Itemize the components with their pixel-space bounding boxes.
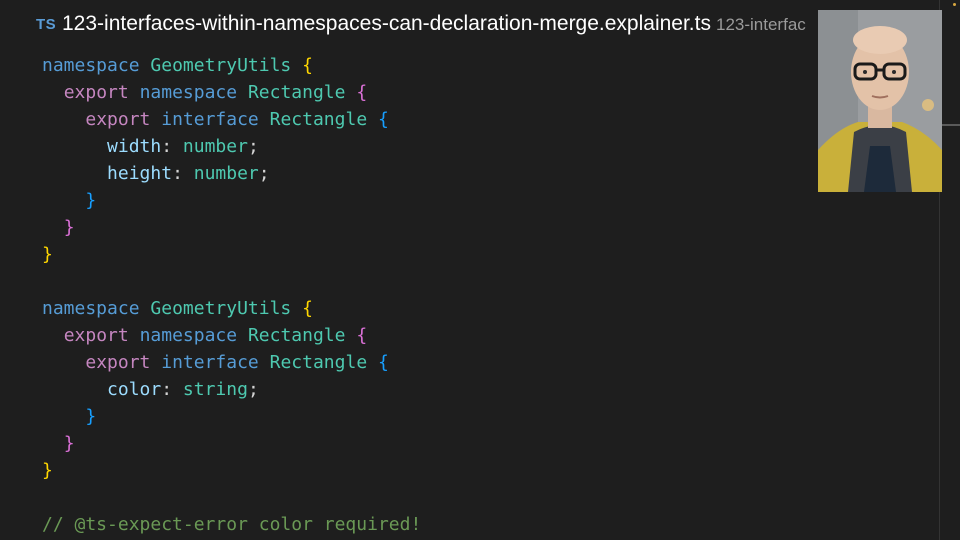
keyword: interface xyxy=(161,352,259,373)
code-line: namespace GeometryUtils { xyxy=(42,52,313,79)
code-line: color: string; xyxy=(42,376,259,403)
code-line: width: number; xyxy=(42,133,259,160)
code-line: } xyxy=(42,187,96,214)
code-line: export namespace Rectangle { xyxy=(42,322,368,349)
code-line: } xyxy=(42,403,96,430)
keyword-export: export xyxy=(63,82,129,103)
modified-indicator-icon xyxy=(953,3,956,6)
brace: { xyxy=(378,109,389,130)
code-line: height: number; xyxy=(42,160,270,187)
code-line: export interface Rectangle { xyxy=(42,106,389,133)
brace: } xyxy=(42,244,53,265)
namespace-name: Rectangle xyxy=(247,325,346,346)
code-comment: // @ts-expect-error color required! xyxy=(42,514,422,535)
keyword: namespace xyxy=(139,325,238,346)
code-editor[interactable]: namespace GeometryUtils { export namespa… xyxy=(0,52,940,540)
brace: { xyxy=(356,325,368,346)
colon: : xyxy=(172,163,183,184)
editor-tab-bar: TS 123-interfaces-within-namespaces-can-… xyxy=(0,0,960,52)
semicolon: ; xyxy=(247,379,259,400)
keyword-export: export xyxy=(85,352,151,373)
semicolon: ; xyxy=(247,136,259,157)
tab-file-path: 123-interfac xyxy=(716,15,806,34)
semicolon: ; xyxy=(258,163,270,184)
brace: } xyxy=(85,406,97,427)
brace: { xyxy=(302,55,313,76)
property-name: height xyxy=(107,163,173,184)
keyword: namespace xyxy=(42,298,140,319)
keyword-export: export xyxy=(85,109,151,130)
brace: { xyxy=(302,298,313,319)
brace: { xyxy=(378,352,389,373)
code-line: // @ts-expect-error color required! xyxy=(42,511,421,538)
tab-file-name[interactable]: 123-interfaces-within-namespaces-can-dec… xyxy=(62,12,711,36)
presenter-webcam xyxy=(818,10,942,192)
type-name: number xyxy=(193,163,259,184)
keyword: namespace xyxy=(42,55,140,76)
brace: } xyxy=(63,217,75,238)
typescript-file-icon: TS xyxy=(36,16,57,33)
brace: { xyxy=(356,82,368,103)
keyword-export: export xyxy=(63,325,129,346)
property-name: color xyxy=(107,379,162,400)
interface-name: Rectangle xyxy=(269,352,368,373)
brace: } xyxy=(42,460,53,481)
code-line: export namespace Rectangle { xyxy=(42,79,368,106)
keyword: namespace xyxy=(139,82,238,103)
code-line: } xyxy=(42,241,53,268)
keyword: interface xyxy=(161,109,259,130)
colon: : xyxy=(161,136,173,157)
code-line: } xyxy=(42,214,75,241)
code-line: } xyxy=(42,457,53,484)
namespace-name: GeometryUtils xyxy=(150,55,292,76)
namespace-name: GeometryUtils xyxy=(150,298,292,319)
type-name: string xyxy=(182,379,248,400)
namespace-name: Rectangle xyxy=(247,82,346,103)
brace: } xyxy=(63,433,75,454)
code-line: } xyxy=(42,430,75,457)
code-line: export interface Rectangle { xyxy=(42,349,389,376)
brace: } xyxy=(85,190,97,211)
type-name: number xyxy=(182,136,248,157)
interface-name: Rectangle xyxy=(269,109,368,130)
colon: : xyxy=(161,379,173,400)
code-line: namespace GeometryUtils { xyxy=(42,295,313,322)
property-name: width xyxy=(107,136,162,157)
presenter-portrait-icon xyxy=(818,10,942,192)
